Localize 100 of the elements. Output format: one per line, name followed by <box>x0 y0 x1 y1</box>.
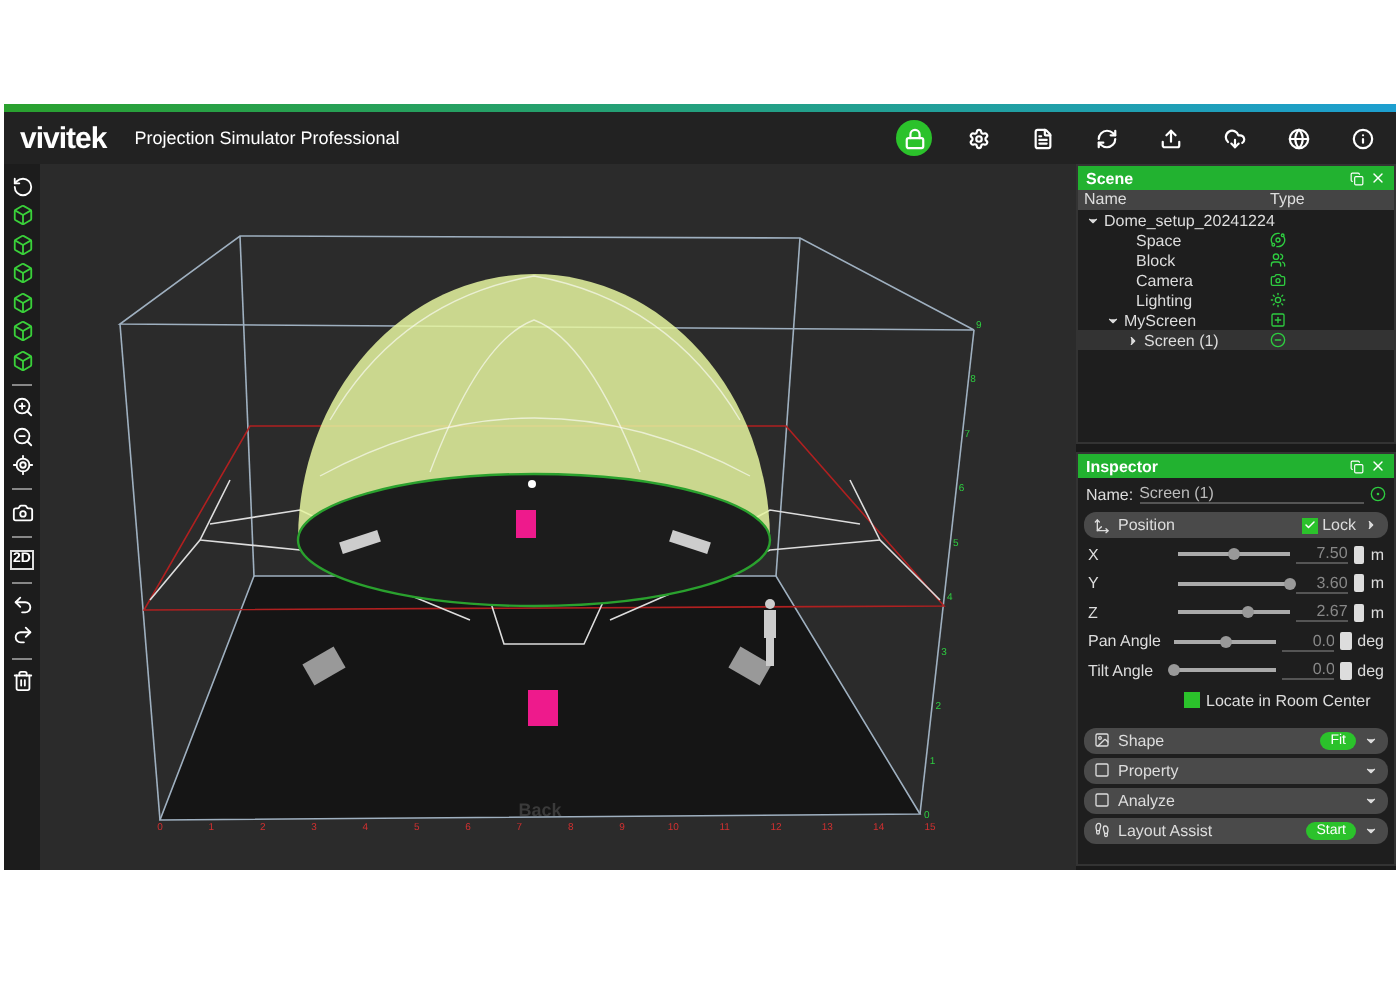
section-title: Layout Assist <box>1118 821 1215 839</box>
expand-caret-icon[interactable] <box>1364 518 1378 532</box>
name-label: Name: <box>1086 485 1134 503</box>
cube-view-icon[interactable] <box>8 319 36 344</box>
square-icon <box>1094 792 1110 808</box>
checkbox[interactable] <box>1184 692 1200 708</box>
slider-track[interactable] <box>1178 581 1290 586</box>
reset-view-icon[interactable] <box>8 174 36 199</box>
cube-view-icon[interactable] <box>8 203 36 228</box>
tree-item[interactable]: Camera <box>1078 270 1394 290</box>
collapsed-caret-icon[interactable] <box>1125 333 1139 347</box>
value-field[interactable]: 7.50 <box>1295 544 1348 565</box>
tree-item[interactable]: Screen (1) <box>1078 330 1394 350</box>
expanded-caret-icon[interactable] <box>1085 213 1099 227</box>
cube-view-icon[interactable] <box>8 261 36 286</box>
section-title: Property <box>1118 761 1181 779</box>
info-icon <box>1351 127 1373 149</box>
expanded-caret-icon[interactable] <box>1105 313 1119 327</box>
field-label: Tilt Angle <box>1088 661 1156 680</box>
projector-drawing <box>669 530 711 554</box>
section-title: Shape <box>1118 731 1167 749</box>
section-title: Analyze <box>1118 791 1177 809</box>
expand-caret-icon[interactable] <box>1364 823 1378 837</box>
value-field[interactable]: 0.0 <box>1282 631 1335 652</box>
refresh-icon <box>1095 127 1117 149</box>
app-logo: vivitek <box>20 121 107 155</box>
image-icon <box>1094 732 1110 748</box>
unit-label: m <box>1370 574 1384 593</box>
file-icon <box>1031 127 1053 149</box>
cube-view-icon[interactable] <box>8 232 36 257</box>
cube-view-icon[interactable] <box>8 348 36 373</box>
tree-item[interactable]: Space <box>1078 230 1394 250</box>
unit-label: m <box>1370 545 1384 564</box>
axes-icon <box>1094 517 1110 533</box>
person-figure-drawing <box>764 599 776 666</box>
value-field[interactable]: 0.0 <box>1282 660 1335 681</box>
settings-icon <box>967 127 989 149</box>
slider-thumb[interactable] <box>1228 548 1241 561</box>
restore-icon[interactable] <box>1350 171 1364 185</box>
people-icon <box>1270 252 1286 268</box>
slider-track[interactable] <box>1173 668 1277 673</box>
section-bar[interactable]: Analyze <box>1084 787 1388 813</box>
slider-thumb[interactable] <box>1219 635 1232 648</box>
center-point <box>528 480 536 488</box>
section-bar[interactable]: Position Lock <box>1084 512 1388 538</box>
restore-icon[interactable] <box>1350 459 1364 473</box>
slider-track[interactable] <box>1178 610 1290 615</box>
expand-caret-icon[interactable] <box>1364 763 1378 777</box>
tree-item[interactable]: MyScreen <box>1078 310 1394 330</box>
name-field[interactable]: Screen (1) <box>1139 484 1364 504</box>
checkbox-label: Locate in Room Center <box>1206 691 1371 709</box>
globe-icon <box>1287 127 1309 149</box>
tree-item[interactable]: Block <box>1078 250 1394 270</box>
download-icon <box>1223 127 1245 149</box>
upload-icon <box>1159 127 1181 149</box>
section-title: Position <box>1118 516 1177 534</box>
slider-thumb[interactable] <box>1167 664 1180 677</box>
camera-icon <box>1270 272 1286 288</box>
slider-thumb[interactable] <box>1283 577 1296 590</box>
field-label: Pan Angle <box>1088 632 1163 651</box>
unit-label: m <box>1370 603 1384 622</box>
expand-caret-icon[interactable] <box>1364 793 1378 807</box>
close-icon[interactable] <box>1370 458 1386 474</box>
camera-icon[interactable] <box>8 500 36 525</box>
unit-label: deg <box>1357 661 1384 680</box>
column-title: Type <box>1270 190 1305 210</box>
sun-icon <box>1270 292 1286 308</box>
value-field[interactable]: 3.60 <box>1295 573 1348 594</box>
trash-icon[interactable] <box>8 669 36 694</box>
checkbox[interactable] <box>1302 517 1319 533</box>
unit-label: deg <box>1357 632 1384 651</box>
lock-icon <box>903 127 925 149</box>
slider-track[interactable] <box>1178 552 1290 557</box>
square-icon <box>1094 762 1110 778</box>
cube-view-icon[interactable] <box>8 290 36 315</box>
projector-drawing <box>339 530 381 554</box>
expand-caret-icon[interactable] <box>1364 733 1378 747</box>
zoom-out-icon[interactable] <box>8 424 36 449</box>
field-label: Y <box>1088 574 1101 593</box>
block-marker <box>528 690 558 726</box>
locate-icon[interactable] <box>8 453 36 478</box>
section-bar[interactable]: Property <box>1084 757 1388 783</box>
tree-item[interactable]: Lighting <box>1078 290 1394 310</box>
value-field[interactable]: 2.67 <box>1295 602 1348 623</box>
panel-title: Scene <box>1086 169 1136 187</box>
tree-item[interactable]: Dome_setup_20241224 <box>1078 210 1394 230</box>
lock-checkbox[interactable]: Lock <box>1302 516 1356 534</box>
slider-track[interactable] <box>1173 639 1277 644</box>
app-title: Projection Simulator Professional <box>134 128 402 148</box>
zoom-in-icon[interactable] <box>8 395 36 420</box>
circle-minus-icon <box>1270 332 1286 348</box>
column-title: Name <box>1084 190 1129 210</box>
radio-icon[interactable] <box>1370 486 1386 502</box>
plus-square-icon <box>1270 312 1286 328</box>
lock-button[interactable] <box>896 120 932 156</box>
slider-thumb[interactable] <box>1241 606 1254 619</box>
field-label: X <box>1088 545 1101 564</box>
screen-marker <box>516 510 536 538</box>
orbit-icon <box>1270 232 1286 248</box>
close-icon[interactable] <box>1370 170 1386 186</box>
